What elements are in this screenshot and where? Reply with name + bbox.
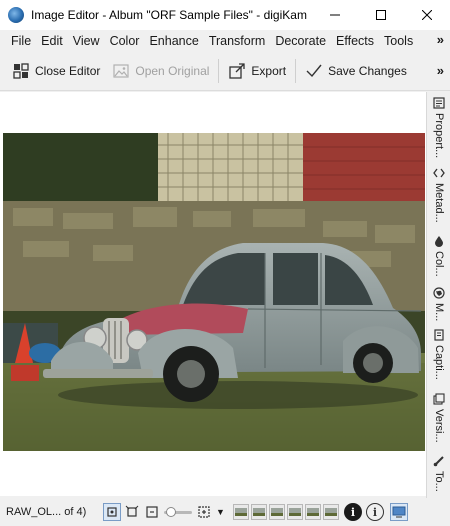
zoom-dropdown-arrow[interactable]: ▼: [216, 507, 225, 517]
menu-color[interactable]: Color: [105, 34, 145, 48]
zoom-in-icon: [198, 506, 210, 518]
filmstrip-thumb-2[interactable]: [250, 504, 267, 520]
tab-properties-label: Propert...: [433, 113, 445, 159]
minimize-icon: [330, 14, 340, 16]
brush-icon: [432, 454, 446, 468]
menu-decorate[interactable]: Decorate: [270, 34, 331, 48]
info-outline-icon: i: [372, 505, 378, 519]
menu-edit[interactable]: Edit: [36, 34, 68, 48]
menu-bar: File Edit View Color Enhance Transform D…: [0, 30, 450, 51]
tab-tools-label: To...: [433, 471, 445, 492]
right-sidebar-tabs: Propert... Metad... Col... M... Capti...…: [426, 92, 450, 498]
info-button[interactable]: i: [343, 503, 362, 521]
properties-icon: [432, 96, 446, 110]
save-changes-label: Save Changes: [328, 63, 407, 78]
tab-map-label: M...: [433, 303, 445, 322]
zoom-100-button[interactable]: [123, 503, 141, 521]
zoom-out-button[interactable]: [143, 503, 161, 521]
digikam-icon: [8, 7, 24, 23]
code-icon: [432, 166, 446, 180]
save-changes-button[interactable]: Save Changes: [299, 55, 413, 87]
tab-captions-label: Capti...: [433, 345, 445, 380]
image-icon: [112, 62, 130, 80]
maximize-icon: [376, 10, 386, 20]
thumbnail-icon: [270, 508, 283, 516]
tab-versions[interactable]: Versi...: [427, 392, 450, 443]
menu-view[interactable]: View: [68, 34, 105, 48]
menu-file[interactable]: File: [0, 34, 36, 48]
tab-properties[interactable]: Propert...: [427, 96, 450, 158]
export-icon: [228, 62, 246, 80]
menu-tools[interactable]: Tools: [379, 34, 418, 48]
checkmark-icon: [305, 62, 323, 80]
color-drop-icon: [432, 234, 446, 248]
zoom-slider[interactable]: [164, 507, 192, 517]
thumbnail-icon: [288, 508, 301, 516]
fullscreen-preview-button[interactable]: [389, 503, 408, 521]
menu-overflow-button[interactable]: »: [437, 32, 444, 47]
zoom-in-button[interactable]: [195, 503, 213, 521]
close-editor-icon: [12, 62, 30, 80]
zoom-fit-icon: [107, 507, 117, 517]
close-button[interactable]: [404, 0, 450, 30]
open-original-label: Open Original: [135, 63, 210, 78]
filmstrip-thumb-4[interactable]: [286, 504, 303, 520]
window-title: Image Editor - Album "ORF Sample Files" …: [31, 8, 307, 22]
filmstrip-thumb-6[interactable]: [322, 504, 339, 520]
filmstrip-thumb-5[interactable]: [304, 504, 321, 520]
maximize-button[interactable]: [358, 0, 404, 30]
image-canvas[interactable]: [0, 92, 426, 496]
tab-metadata[interactable]: Metad...: [427, 166, 450, 223]
menu-transform[interactable]: Transform: [204, 34, 271, 48]
open-original-button[interactable]: Open Original: [106, 55, 215, 87]
info-icon: i: [350, 505, 356, 519]
tab-metadata-label: Metad...: [433, 183, 445, 223]
tab-colors[interactable]: Col...: [427, 234, 450, 277]
tab-versions-label: Versi...: [433, 409, 445, 443]
toolbar-overflow-button[interactable]: »: [437, 63, 444, 78]
file-status-text: RAW_OL... of 4): [6, 506, 87, 518]
thumbnail-icon: [234, 508, 247, 516]
photo-preview: [3, 133, 425, 451]
menu-enhance[interactable]: Enhance: [144, 34, 203, 48]
tab-tools[interactable]: To...: [427, 454, 450, 492]
export-label: Export: [251, 63, 287, 78]
toolbar-separator: [295, 58, 297, 83]
captions-icon: [432, 328, 446, 342]
thumbnail-icon: [324, 508, 337, 516]
zoom-fit-button[interactable]: [103, 503, 121, 521]
thumbnail-icon: [306, 508, 319, 516]
minimize-button[interactable]: [312, 0, 358, 30]
tab-map[interactable]: M...: [427, 286, 450, 321]
menu-effects[interactable]: Effects: [331, 34, 379, 48]
globe-icon: [432, 286, 446, 300]
window-controls: [312, 0, 450, 30]
close-icon: [422, 10, 432, 20]
info-outline-button[interactable]: i: [365, 503, 384, 521]
filmstrip-thumb-3[interactable]: [268, 504, 285, 520]
title-bar: Image Editor - Album "ORF Sample Files" …: [0, 0, 450, 30]
zoom-slider-handle[interactable]: [166, 507, 176, 517]
status-bar: RAW_OL... of 4) ▼ i i: [0, 498, 450, 526]
tab-colors-label: Col...: [433, 251, 445, 277]
tab-captions[interactable]: Capti...: [427, 328, 450, 380]
export-button[interactable]: Export: [222, 55, 292, 87]
monitor-icon: [392, 506, 406, 518]
close-editor-button[interactable]: Close Editor: [6, 55, 106, 87]
thumbnail-icon: [252, 508, 265, 516]
zoom-actual-size-icon: [125, 505, 139, 517]
zoom-out-icon: [146, 506, 158, 518]
filmstrip-thumb-1[interactable]: [232, 504, 249, 520]
versions-icon: [432, 392, 446, 406]
main-toolbar: Close Editor Open Original Export Save C…: [0, 51, 450, 91]
toolbar-separator: [218, 58, 220, 83]
close-editor-label: Close Editor: [35, 63, 101, 78]
